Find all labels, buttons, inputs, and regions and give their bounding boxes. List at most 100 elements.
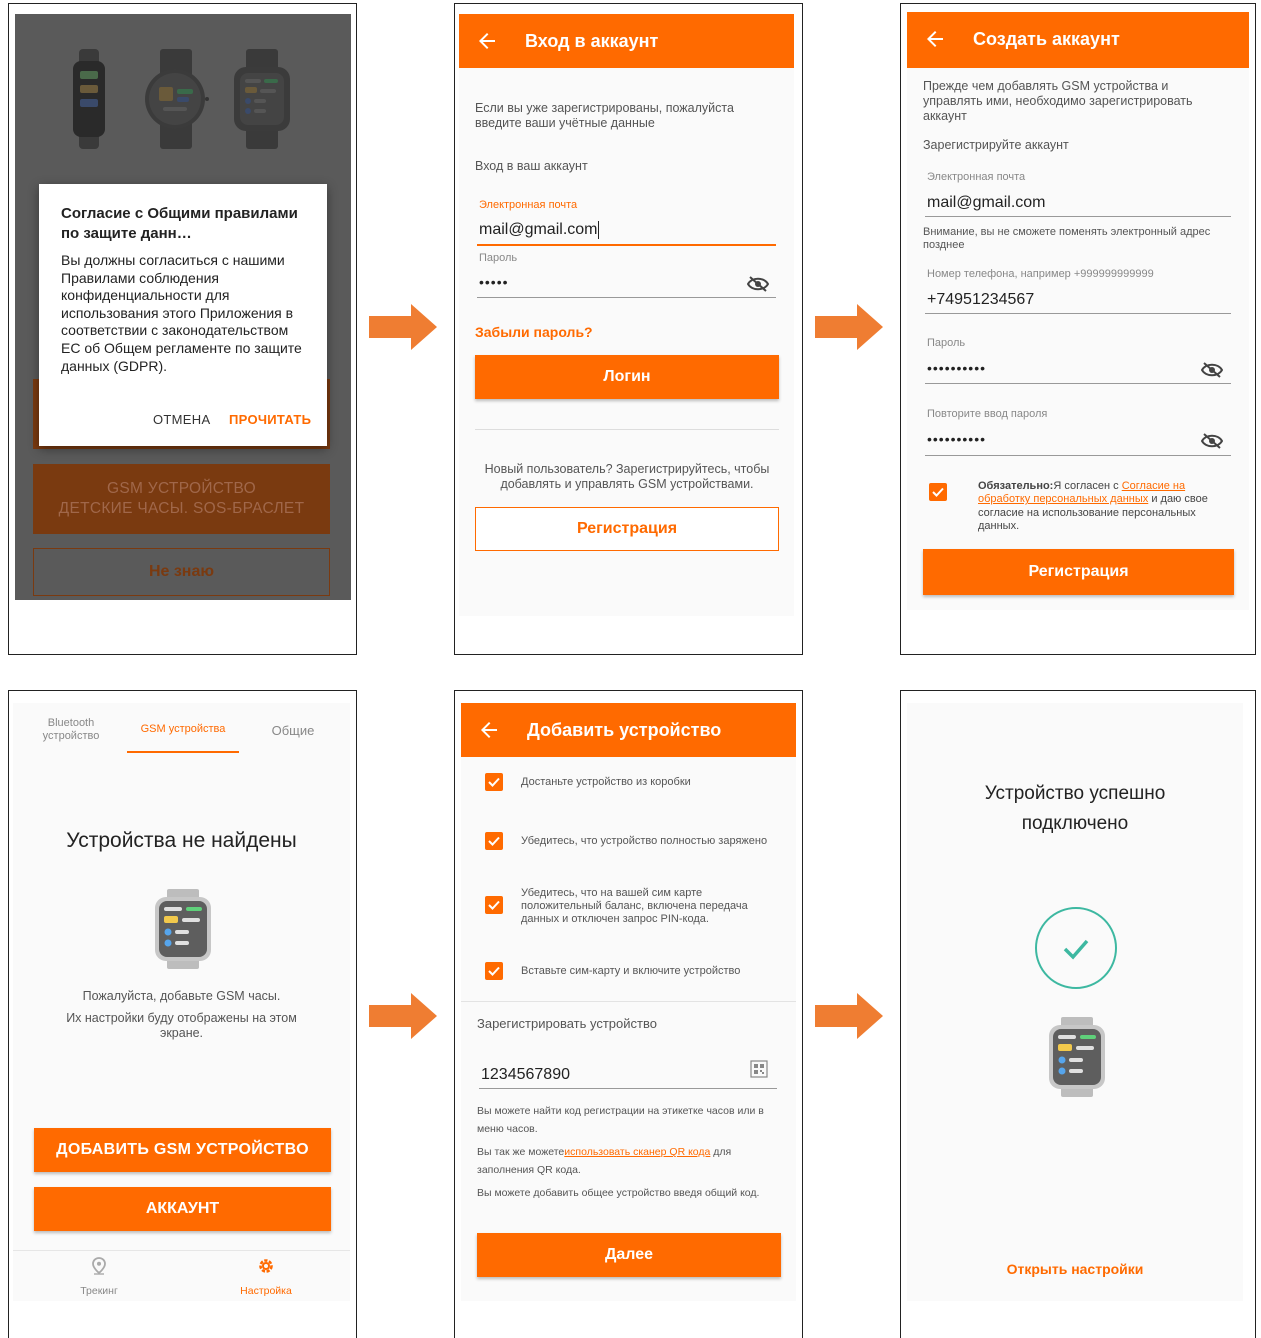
read-button[interactable]: ПРОЧИТАТЬ (229, 412, 311, 427)
step-text-1: Достаньте устройство из коробки (521, 776, 691, 788)
email-input[interactable]: mail@gmail.com (479, 221, 600, 239)
info-shared-code: Вы можете добавить общее устройство введ… (477, 1187, 760, 1199)
gdpr-dialog: Согласие с Общими правилами по защите да… (39, 184, 327, 446)
gsm-device-line2: ДЕТСКИЕ ЧАСЫ. SOS-БРАСЛЕТ (58, 500, 305, 517)
square-watch-icon (234, 49, 290, 149)
consent-text: Обязательно:Я согласен с Согласие на обр… (978, 480, 1236, 533)
round-watch-icon (145, 49, 209, 149)
step-checkbox-4[interactable] (485, 962, 503, 980)
create-register-button[interactable]: Регистрация (923, 549, 1234, 595)
email-label: Электронная почта (479, 199, 578, 211)
fitness-band-icon (73, 49, 105, 149)
qr-scan-icon[interactable] (750, 1060, 768, 1078)
nav-settings[interactable]: Настройка (231, 1255, 301, 1299)
reg-email-input[interactable]: mail@gmail.com (927, 194, 1045, 212)
checkmark-icon (488, 966, 500, 976)
step-checkbox-1[interactable] (485, 773, 503, 791)
gsm-device-line1: GSM УСТРОЙСТВО (106, 480, 257, 497)
nav-tracking-label: Трекинг (80, 1285, 118, 1297)
create-header: Создать аккаунт (907, 12, 1249, 68)
dialog-title: Согласие с Общими правилами по защите да… (61, 205, 298, 242)
code-underline (479, 1088, 777, 1089)
eye-off-icon[interactable] (747, 276, 769, 292)
login-title: Вход в аккаунт (525, 31, 659, 51)
eye-off-icon[interactable] (1201, 362, 1223, 378)
email-underline (477, 244, 776, 246)
info-qr: Вы так же можетеиспользовать сканер QR к… (477, 1143, 777, 1179)
phone-input[interactable]: +74951234567 (927, 291, 1034, 309)
success-title-line1: Устройство успешно (984, 783, 1166, 804)
login-button[interactable]: Логин (475, 355, 779, 399)
repeat-password-underline (925, 455, 1231, 456)
step-text-2: Убедитесь, что устройство полностью заря… (521, 835, 768, 847)
new-user-text: Новый пользователь? Зарегистрируйтесь, ч… (484, 462, 770, 491)
cancel-button[interactable]: ОТМЕНА (153, 412, 210, 427)
open-settings-link[interactable]: Открыть настройки (907, 1261, 1243, 1277)
register-button[interactable]: Регистрация (475, 507, 779, 551)
consent-pre: Я согласен с (1053, 480, 1122, 492)
create-title: Создать аккаунт (973, 29, 1120, 49)
step-checkbox-2[interactable] (485, 832, 503, 850)
gsm-device-button[interactable]: GSM УСТРОЙСТВО ДЕТСКИЕ ЧАСЫ. SOS-БРАСЛЕТ (33, 464, 330, 534)
checkmark-icon (488, 836, 500, 846)
next-button[interactable]: Далее (477, 1233, 781, 1277)
hint-settings: Их настройки буду отображены на этом экр… (66, 1011, 297, 1040)
registration-code-input[interactable]: 1234567890 (481, 1066, 570, 1084)
email-note: Внимание, вы не сможете поменять электро… (923, 226, 1211, 251)
info-find-code: Вы можете найти код регистрации на этике… (477, 1105, 764, 1135)
arrow-right-icon (815, 304, 883, 350)
arrow-right-icon (369, 993, 437, 1039)
step-text-3: Убедитесь, что на вашей сим карте положи… (521, 887, 748, 925)
password-input[interactable]: ••••• (479, 274, 509, 290)
watch-icon (1049, 1017, 1105, 1097)
login-intro: Если вы уже зарегистрированы, пожалуйста… (475, 101, 734, 130)
eye-off-icon[interactable] (1201, 433, 1223, 449)
qr-scanner-link[interactable]: использовать сканер QR кода (564, 1146, 710, 1158)
watch-icon (155, 889, 211, 969)
password-underline (477, 297, 776, 298)
screen-add-device: Добавить устройство Достаньте устройство… (461, 703, 796, 1301)
consent-checkbox[interactable] (929, 483, 947, 501)
gear-icon (259, 1259, 273, 1273)
add-device-header: Добавить устройство (461, 703, 796, 757)
add-device-title: Добавить устройство (527, 720, 722, 740)
register-device-section: Зарегистрировать устройство (477, 1016, 657, 1031)
hint-add-watch: Пожалуйста, добавьте GSM часы. (82, 989, 281, 1003)
login-header: Вход в аккаунт (459, 14, 794, 68)
back-arrow-icon[interactable] (477, 718, 501, 742)
tab-indicator (127, 751, 239, 753)
phone-underline (925, 313, 1231, 314)
step-text-4: Вставьте сим-карту и включите устройство (521, 965, 741, 977)
phone-label: Номер телефона, например +999999999999 (927, 268, 1154, 280)
forgot-password-link[interactable]: Забыли пароль? (475, 324, 593, 340)
back-arrow-icon[interactable] (475, 29, 499, 53)
account-button[interactable]: АККАУНТ (34, 1187, 331, 1231)
dialog-body: Вы должны согласиться с нашими Правилами… (61, 252, 302, 374)
checkmark-icon (488, 777, 500, 787)
arrow-right-icon (815, 993, 883, 1039)
tab-bluetooth[interactable]: Bluetooth устройство (37, 717, 105, 743)
reg-password-underline (925, 383, 1231, 384)
nav-tracking[interactable]: Трекинг (69, 1255, 129, 1299)
empty-title: Устройства не найдены (66, 829, 297, 852)
reg-password-label: Пароль (927, 337, 966, 349)
frame-login: Вход в аккаунт Если вы уже зарегистриров… (454, 3, 803, 655)
tab-general[interactable]: Общие (259, 723, 327, 738)
frame-create-account: Создать аккаунт Прежде чем добавлять GSM… (900, 3, 1256, 655)
screen-devices: Bluetooth устройство GSM устройства Общи… (13, 703, 350, 1301)
step-checkbox-3[interactable] (485, 896, 503, 914)
success-check-icon (1035, 907, 1117, 989)
password-label: Пароль (479, 252, 518, 264)
tab-gsm[interactable]: GSM устройства (127, 723, 239, 735)
login-divider (475, 429, 779, 430)
back-arrow-icon[interactable] (923, 27, 947, 51)
repeat-password-input[interactable]: •••••••••• (927, 431, 986, 447)
steps-divider (461, 1001, 796, 1002)
checkmark-icon (932, 487, 944, 497)
bottom-nav-divider (13, 1250, 350, 1251)
add-gsm-device-button[interactable]: ДОБАВИТЬ GSM УСТРОЙСТВО (34, 1128, 331, 1172)
screen-gdpr: GSM УСТРОЙСТВО ДЕТСКИЕ ЧАСЫ. SOS-БРАСЛЕТ… (15, 14, 351, 600)
dont-know-button[interactable]: Не знаю (33, 548, 330, 596)
reg-email-underline (925, 216, 1231, 217)
reg-password-input[interactable]: •••••••••• (927, 360, 986, 376)
